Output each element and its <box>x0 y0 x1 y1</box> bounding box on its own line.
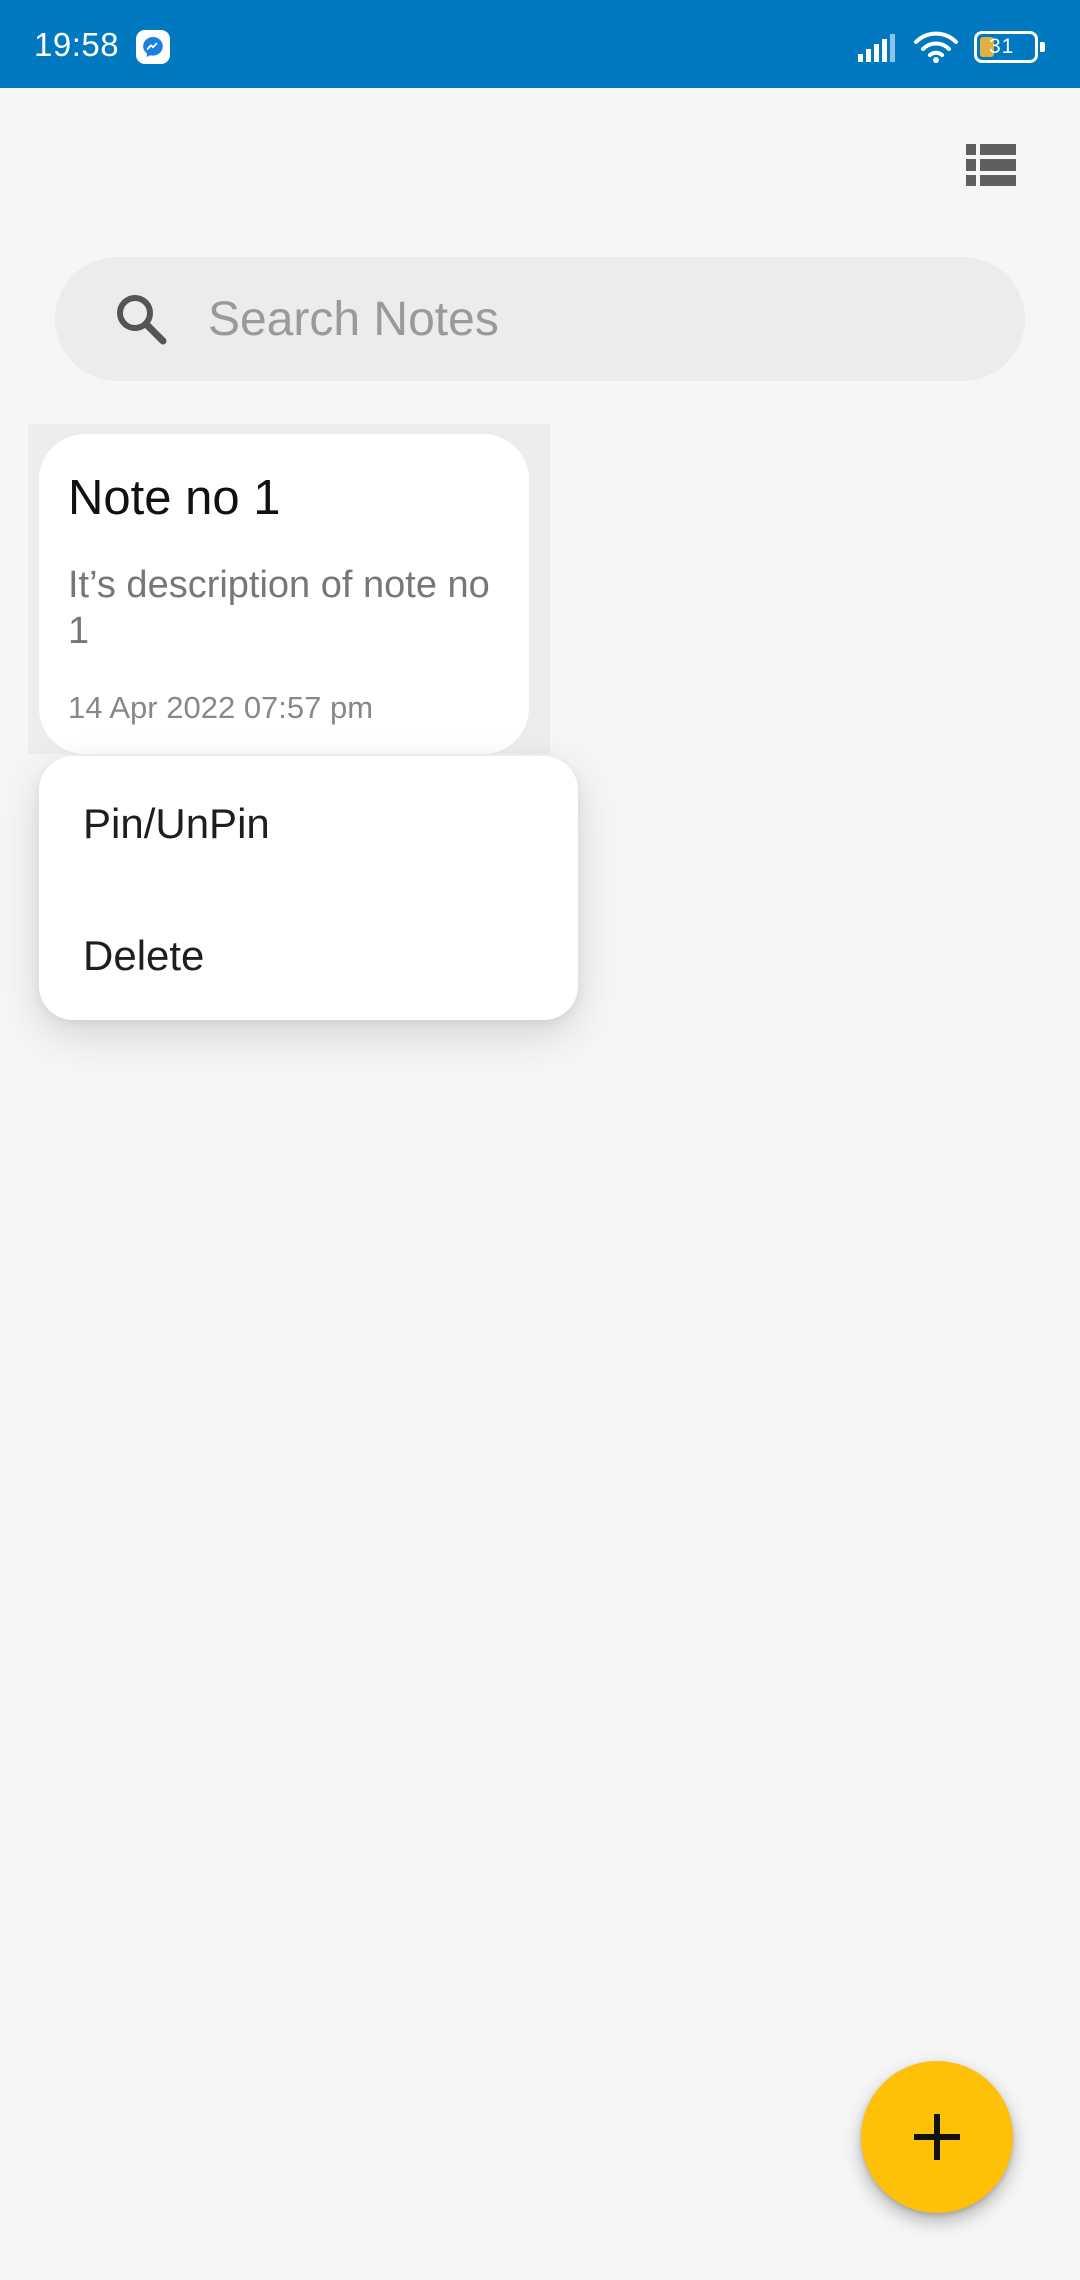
pin-unpin-label: Pin/UnPin <box>83 800 270 847</box>
list-view-icon[interactable] <box>966 144 1016 186</box>
search-icon <box>113 291 169 352</box>
signal-icon <box>858 32 900 69</box>
wifi-icon <box>914 30 958 69</box>
pin-unpin-menu-item[interactable]: Pin/UnPin <box>39 756 578 886</box>
note-description: It’s description of note no 1 <box>68 564 490 652</box>
search-bar[interactable] <box>55 257 1025 381</box>
battery-icon: 31 <box>974 31 1045 63</box>
search-input[interactable] <box>208 257 988 381</box>
context-menu: Pin/UnPin Delete <box>39 756 578 1020</box>
status-time: 19:58 <box>34 26 120 63</box>
messenger-notification-icon <box>136 30 170 64</box>
add-note-button[interactable] <box>861 2061 1013 2213</box>
delete-label: Delete <box>83 932 205 979</box>
note-title: Note no 1 <box>68 471 281 525</box>
note-date: 14 Apr 2022 07:57 pm <box>68 690 374 725</box>
plus-icon <box>914 2114 960 2160</box>
delete-menu-item[interactable]: Delete <box>39 888 578 1018</box>
battery-level: 31 <box>989 35 1015 58</box>
status-bar: 19:58 31 <box>0 0 1080 88</box>
note-card[interactable]: Note no 1 It’s description of note no 1 … <box>39 434 529 754</box>
